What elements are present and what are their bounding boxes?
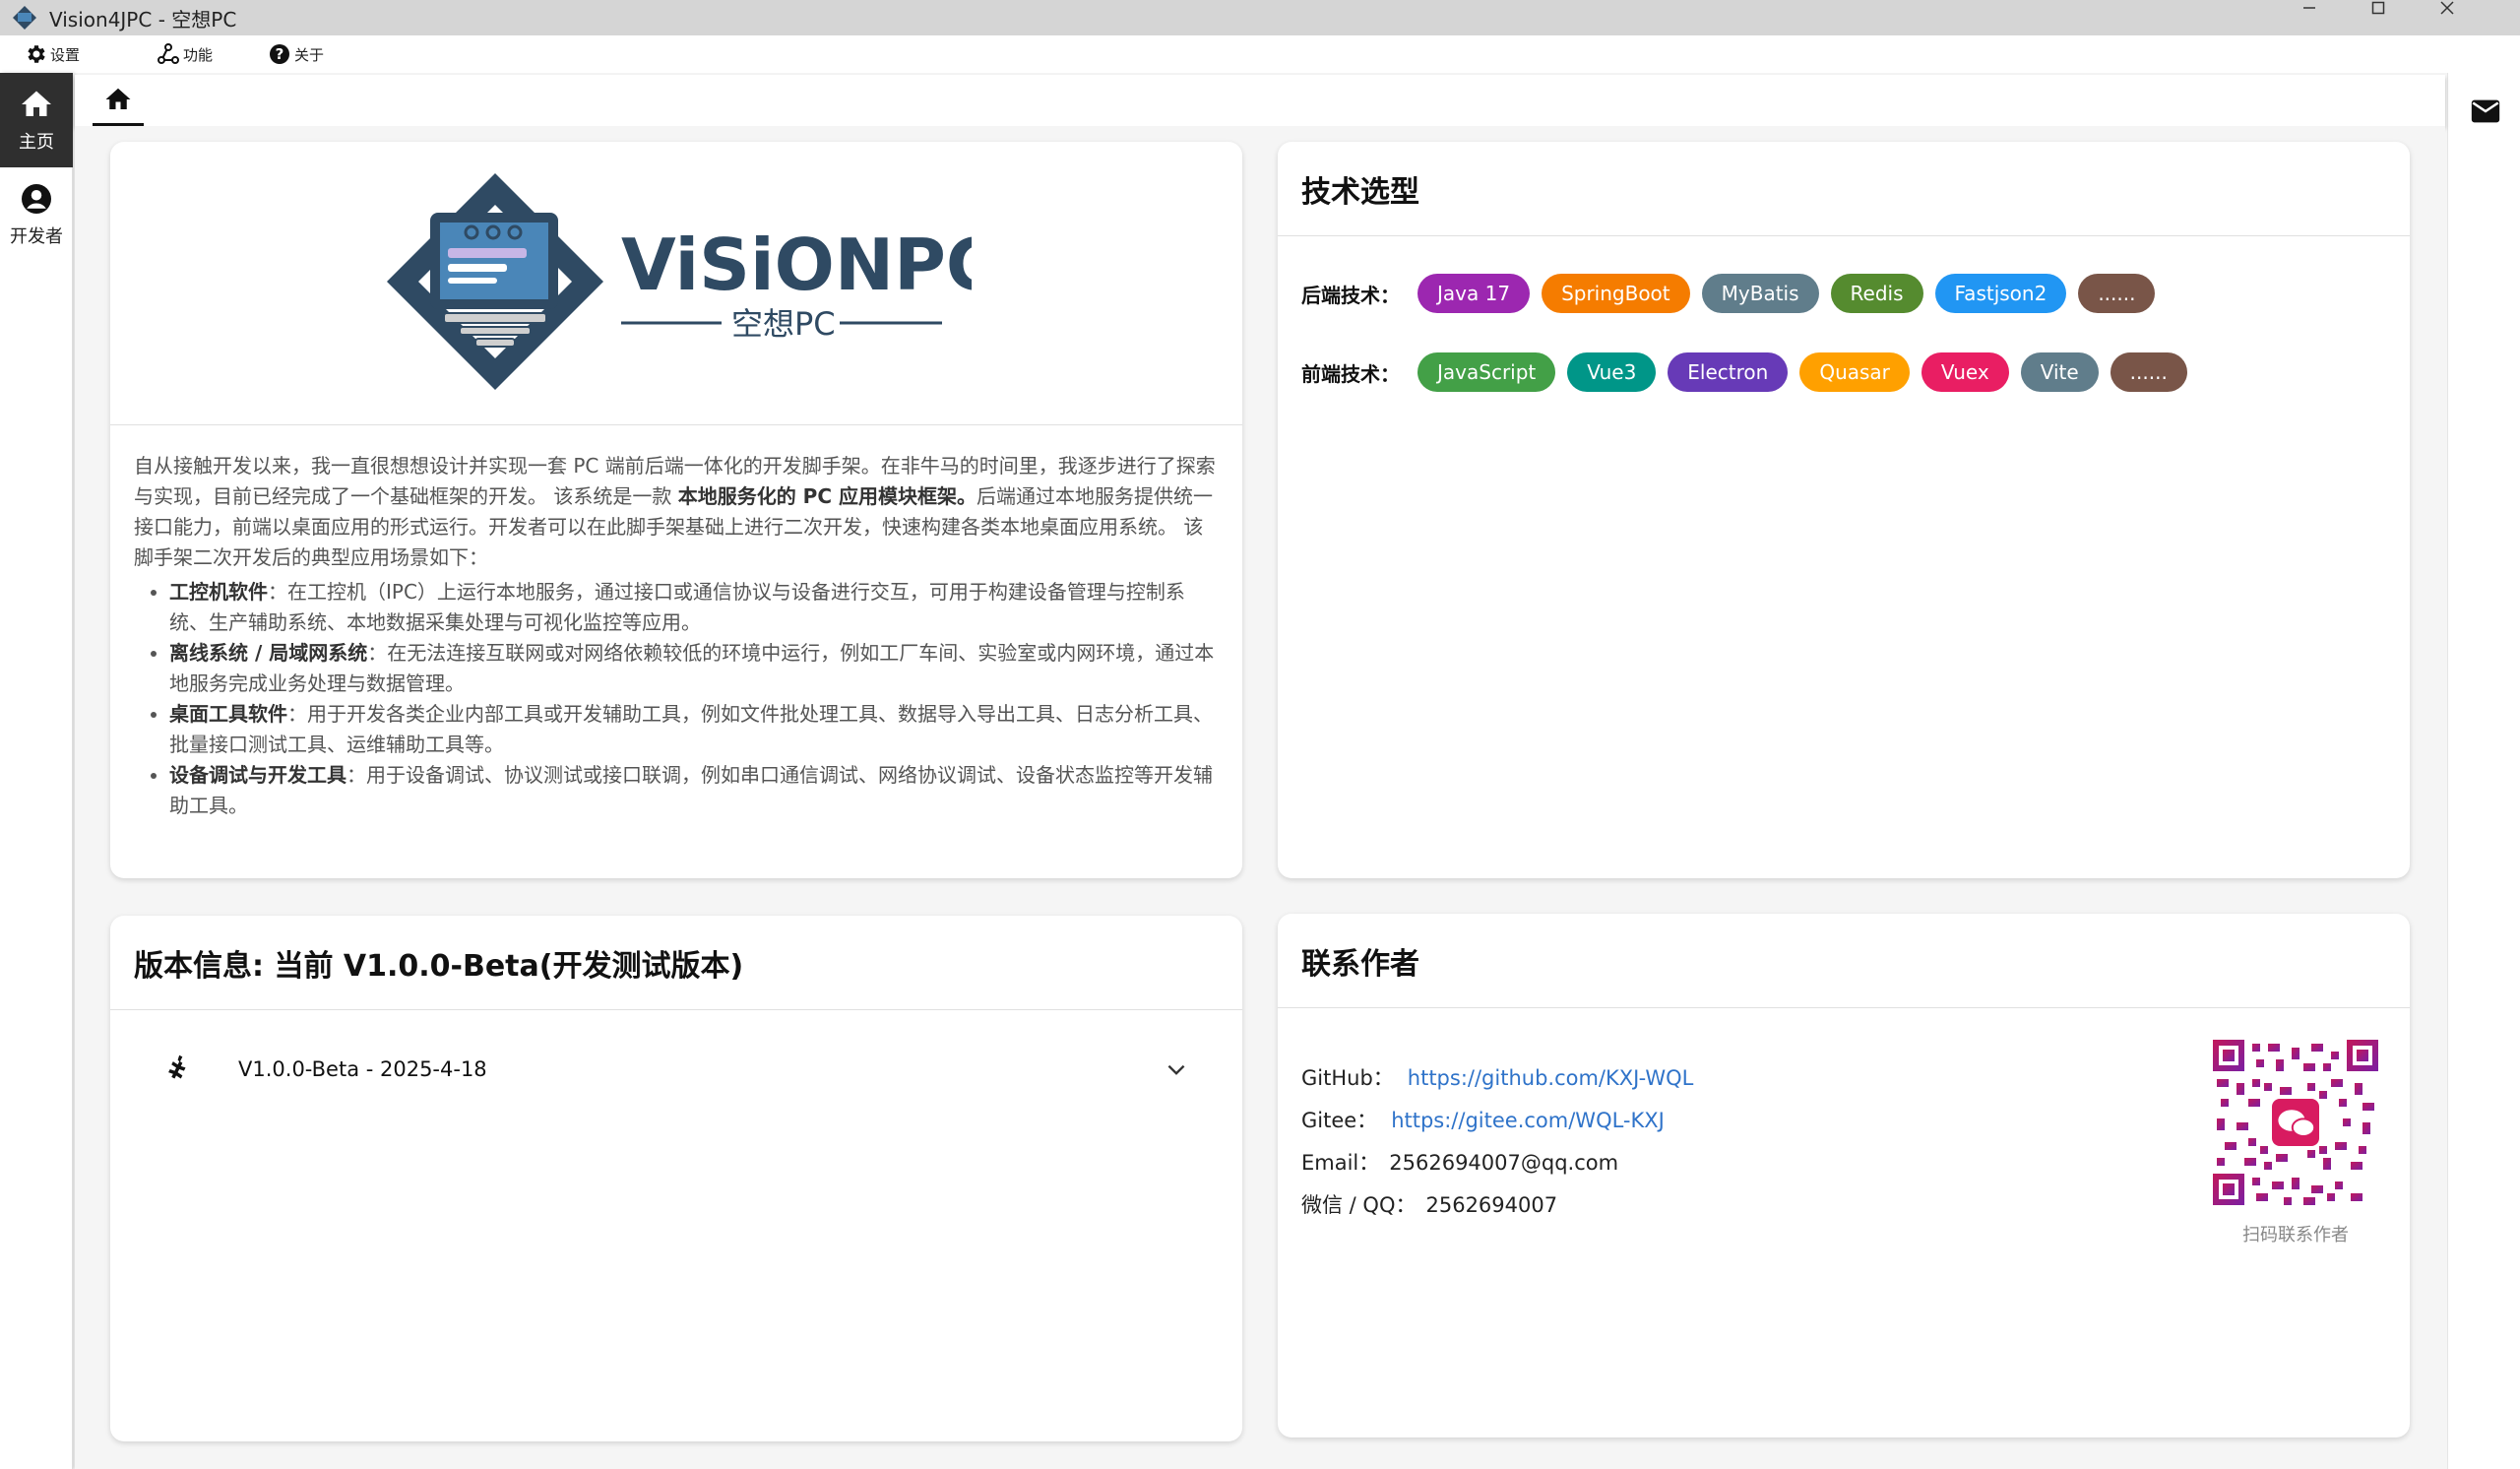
network-icon [158,43,180,64]
right-toolbar [2447,73,2520,1469]
chip-more-frontend: ...... [2110,352,2187,392]
minimize-icon [2303,7,2315,9]
scenario-title: 工控机软件 [169,580,268,604]
email-value: 2562694007@qq.com [1389,1151,1619,1175]
bug-icon [168,1054,186,1079]
gear-icon [28,45,45,63]
gitee-link[interactable]: https://gitee.com/WQL-KXJ [1391,1109,1665,1132]
menu-settings-label: 设置 [50,45,81,64]
list-item: 设备调试与开发工具：用于设备调试、协议测试或接口联调，例如串口通信调试、网络协议… [169,760,1219,821]
nav-home[interactable]: 主页 [0,73,73,167]
chip-mybatis: MyBatis [1701,274,1819,313]
chip-vite: Vite [2020,352,2099,392]
logo-banner: ViSiONPC 空想PC [110,142,1242,425]
logo-sub-text: 空想PC [731,305,836,343]
list-item: 离线系统 / 局域网系统：在无法连接互联网或对网络依赖较低的环境中运行，例如工厂… [169,638,1219,699]
backend-row: 后端技术： Java 17 SpringBoot MyBatis Redis F… [1301,274,2410,313]
wechat-row: 微信 / QQ： 2562694007 [1301,1184,1693,1227]
contact-card: 联系作者 GitHub： https://github.com/KXJ-WQL G… [1278,914,2410,1437]
email-label: Email： [1301,1151,1380,1175]
wechat-value: 2562694007 [1425,1193,1558,1217]
tech-stack-card: 技术选型 后端技术： Java 17 SpringBoot MyBatis Re… [1278,142,2410,878]
menu-about-label: 关于 [294,45,325,64]
contact-info: GitHub： https://github.com/KXJ-WQL Gitee：… [1301,1057,1693,1227]
frontend-label: 前端技术： [1301,361,1400,386]
backend-label: 后端技术： [1301,283,1400,307]
chip-vue3: Vue3 [1567,352,1657,392]
home-icon [22,91,51,116]
about-intro: 自从接触开发以来，我一直很想想设计并实现一套 PC 端前后端一体化的开发脚手架。… [134,451,1219,573]
minimize-button[interactable] [2301,0,2317,20]
nav-developer[interactable]: 开发者 [0,167,73,262]
menu-features-label: 功能 [183,45,214,64]
chip-electron: Electron [1668,352,1789,392]
wechat-label: 微信 / QQ： [1301,1193,1417,1217]
mail-icon[interactable] [2469,95,2502,128]
maximize-button[interactable] [2370,0,2386,20]
tab-home[interactable] [93,75,144,126]
about-card: ViSiONPC 空想PC 自从接触开发以来，我一直很想想设计并实现一套 PC … [110,142,1242,878]
scenario-desc: ：在工控机（IPC）上运行本地服务，通过接口或通信协议与设备进行交互，可用于构建… [169,580,1185,634]
github-label: GitHub： [1301,1066,1394,1090]
app-logo-icon [13,6,36,30]
maximize-icon [2371,1,2385,15]
chip-more-backend: ...... [2078,274,2156,313]
chip-redis: Redis [1830,274,1923,313]
frontend-row: 前端技术： JavaScript Vue3 Electron Quasar Vu… [1301,352,2410,392]
email-row: Email： 2562694007@qq.com [1301,1142,1693,1184]
wechat-qr-code [2213,1040,2378,1205]
logo-brand-text: ViSiONPC [621,224,972,306]
chevron-down-icon[interactable] [1164,1057,1189,1083]
close-button[interactable] [2439,0,2455,20]
chip-springboot: SpringBoot [1542,274,1690,313]
github-row: GitHub： https://github.com/KXJ-WQL [1301,1057,1693,1100]
list-item: 桌面工具软件：用于开发各类企业内部工具或开发辅助工具，例如文件批处理工具、数据导… [169,699,1219,760]
chip-fastjson2: Fastjson2 [1934,274,2067,313]
chip-vuex: Vuex [1921,352,2009,392]
left-nav: 主页 开发者 [0,73,73,1469]
home-icon [105,88,131,109]
github-link[interactable]: https://github.com/KXJ-WQL [1408,1066,1694,1090]
qr-caption: 扫码联系作者 [2242,1225,2349,1245]
menu-bar: 设置 功能 ? 关于 [0,35,2520,73]
intro-highlight: 本地服务化的 PC 应用模块框架。 [677,484,976,508]
scenario-list: 工控机软件：在工控机（IPC）上运行本地服务，通过接口或通信协议与设备进行交互，… [134,577,1219,821]
version-title: 版本信息: 当前 V1.0.0-Beta(开发测试版本) [110,916,1242,1010]
chip-java: Java 17 [1418,274,1531,313]
chip-javascript: JavaScript [1418,352,1556,392]
scenario-title: 离线系统 / 局域网系统 [169,641,368,665]
menu-settings[interactable]: 设置 [24,42,80,66]
visionpc-logo: ViSiONPC 空想PC [387,172,972,390]
gitee-label: Gitee： [1301,1109,1378,1132]
chip-quasar: Quasar [1799,352,1910,392]
list-item: 工控机软件：在工控机（IPC）上运行本地服务，通过接口或通信协议与设备进行交互，… [169,577,1219,638]
scenario-title: 设备调试与开发工具 [169,763,346,787]
contact-title: 联系作者 [1278,914,2410,1008]
version-item-label: V1.0.0-Beta - 2025-4-18 [238,1057,487,1081]
close-icon [2440,1,2454,15]
gitee-row: Gitee： https://gitee.com/WQL-KXJ [1301,1100,1693,1142]
main-content: ViSiONPC 空想PC 自从接触开发以来，我一直很想想设计并实现一套 PC … [75,126,2445,1469]
menu-about[interactable]: ? 关于 [268,42,324,66]
scenario-desc: ：用于开发各类企业内部工具或开发辅助工具，例如文件批处理工具、数据导入导出工具、… [169,702,1213,756]
nav-home-label: 主页 [19,132,54,153]
help-icon: ? [270,44,290,64]
tech-stack-title: 技术选型 [1278,142,2410,236]
version-card: 版本信息: 当前 V1.0.0-Beta(开发测试版本) V1.0.0-Beta… [110,916,1242,1441]
user-circle-icon [22,184,51,214]
tab-bar [75,75,2445,126]
scenario-title: 桌面工具软件 [169,702,287,726]
window-title: Vision4JPC - 空想PC [49,7,237,32]
about-description: 自从接触开发以来，我一直很想想设计并实现一套 PC 端前后端一体化的开发脚手架。… [110,425,1242,821]
nav-developer-label: 开发者 [10,226,63,247]
title-bar: Vision4JPC - 空想PC [0,0,2520,35]
svg-text:?: ? [276,45,284,63]
menu-features[interactable]: 功能 [157,42,213,66]
version-item[interactable]: V1.0.0-Beta - 2025-4-18 [110,1010,1242,1128]
